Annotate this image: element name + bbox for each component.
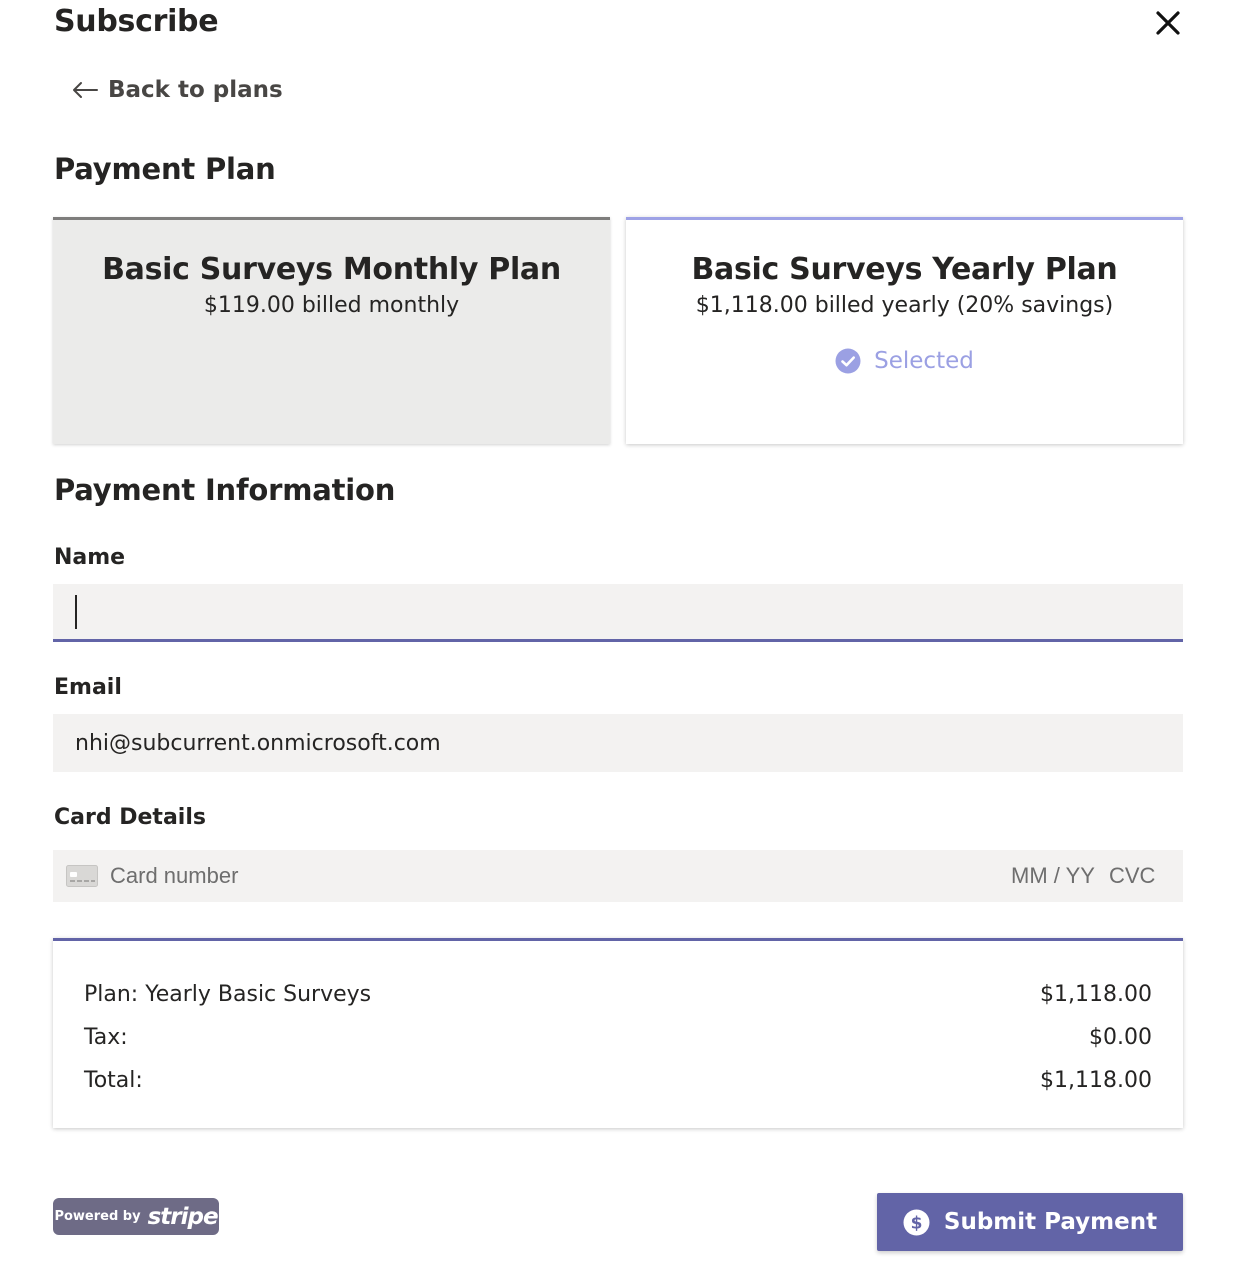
card-details-label: Card Details (54, 805, 206, 830)
plan-name: Basic Surveys Monthly Plan (102, 252, 561, 287)
arrow-left-icon (73, 82, 98, 98)
stripe-logo: stripe (147, 1203, 219, 1230)
email-label: Email (54, 675, 122, 700)
summary-value: $1,118.00 (1040, 981, 1152, 1007)
subscribe-dialog: Subscribe Back to plans Payment Plan Bas… (0, 0, 1236, 1272)
powered-by-text: Powered by (54, 1209, 141, 1224)
close-icon (1156, 11, 1180, 35)
card-cvc-placeholder[interactable]: CVC (1109, 863, 1155, 889)
name-input[interactable] (53, 584, 1183, 642)
card-details-input[interactable]: Card number MM / YY CVC (53, 850, 1183, 902)
text-caret (75, 595, 77, 629)
dialog-title: Subscribe (54, 4, 219, 39)
plan-card-monthly[interactable]: Basic Surveys Monthly Plan $119.00 bille… (53, 217, 610, 444)
plan-price: $1,118.00 billed yearly (20% savings) (695, 293, 1114, 318)
summary-label: Total: (84, 1067, 143, 1093)
summary-value: $1,118.00 (1040, 1067, 1152, 1093)
summary-label: Plan: Yearly Basic Surveys (84, 981, 372, 1007)
card-expiry-placeholder[interactable]: MM / YY (1011, 863, 1095, 889)
check-circle-icon (835, 348, 861, 374)
payment-plan-heading: Payment Plan (54, 152, 276, 186)
plan-name: Basic Surveys Yearly Plan (691, 252, 1118, 287)
selected-indicator: Selected (626, 348, 1183, 374)
email-input[interactable] (53, 714, 1183, 772)
dollar-circle-icon: $ (903, 1209, 930, 1235)
back-to-plans-label: Back to plans (108, 77, 283, 103)
powered-by-stripe-badge[interactable]: Powered by stripe (53, 1198, 219, 1235)
svg-text:$: $ (910, 1213, 922, 1233)
order-summary: Plan: Yearly Basic Surveys $1,118.00 Tax… (53, 938, 1183, 1128)
credit-card-icon (66, 865, 98, 887)
submit-payment-label: Submit Payment (943, 1209, 1158, 1235)
summary-row-total: Total: $1,118.00 (84, 1063, 1152, 1097)
submit-payment-button[interactable]: $ Submit Payment (877, 1193, 1183, 1251)
back-to-plans-link[interactable]: Back to plans (70, 74, 283, 106)
summary-row-tax: Tax: $0.00 (84, 1020, 1152, 1054)
plan-price: $119.00 billed monthly (203, 293, 460, 318)
plan-card-yearly[interactable]: Basic Surveys Yearly Plan $1,118.00 bill… (626, 217, 1183, 444)
selected-label: Selected (874, 348, 974, 374)
summary-label: Tax: (84, 1024, 128, 1050)
close-button[interactable] (1150, 5, 1186, 41)
name-label: Name (54, 545, 126, 570)
summary-value: $0.00 (1089, 1024, 1152, 1050)
payment-information-heading: Payment Information (54, 473, 396, 507)
card-number-placeholder[interactable]: Card number (110, 863, 238, 889)
summary-row-plan: Plan: Yearly Basic Surveys $1,118.00 (84, 977, 1152, 1011)
